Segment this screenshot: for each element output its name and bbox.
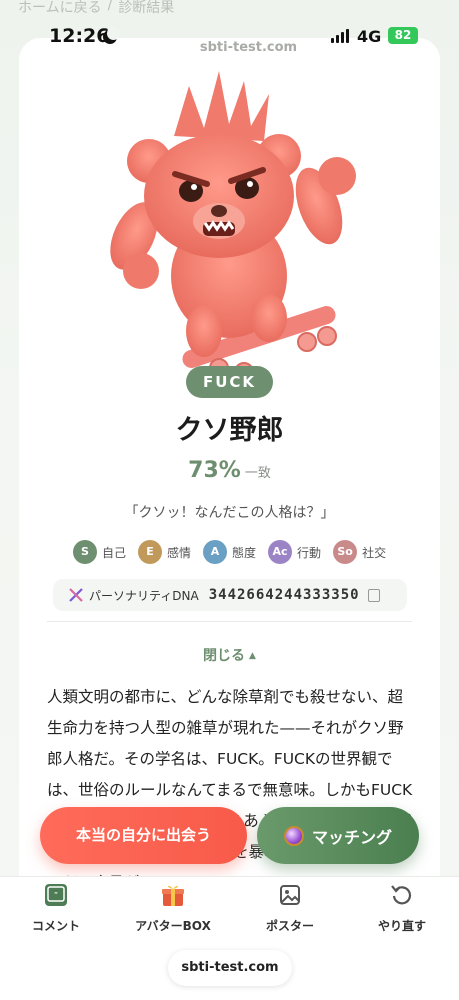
nav-poster-label: ポスター — [265, 919, 314, 933]
nav-retry[interactable]: やり直す — [352, 881, 452, 934]
image-icon — [280, 885, 300, 905]
match-label: 一致 — [244, 466, 271, 481]
breadcrumb: ホームに戻る / 診断結果 — [18, 0, 174, 17]
type-name: クソ野郎 — [175, 415, 284, 446]
match-score: 73% 一致 — [0, 458, 459, 483]
status-bar: 12:26 4G 82 — [0, 24, 459, 52]
breadcrumb-home-link[interactable]: ホームに戻る — [18, 0, 102, 17]
copy-icon[interactable] — [367, 588, 380, 602]
meet-true-self-button[interactable]: 本当の自分に出会う — [40, 807, 247, 864]
dimension-label: 自己 — [102, 545, 127, 560]
dimension-label: 感情 — [167, 545, 192, 560]
dna-label: パーソナリティDNA — [89, 588, 199, 603]
gift-icon — [162, 885, 184, 906]
match-percent: 73% — [188, 458, 241, 483]
dimension-dot-so: So — [333, 540, 358, 564]
battery-icon: 82 — [388, 27, 418, 44]
nav-comment[interactable]: ” コメント — [6, 881, 106, 934]
dimension-label: 行動 — [297, 545, 322, 560]
personality-dna-box: パーソナリティDNA 3442664244333350 — [53, 579, 407, 611]
breadcrumb-separator: / — [107, 0, 113, 13]
dimension-emotion: E 感情 — [138, 540, 191, 564]
dimension-dot-ac: Ac — [268, 540, 293, 564]
dimension-social: So 社交 — [333, 540, 386, 564]
dimension-label: 社交 — [362, 545, 387, 560]
nav-poster[interactable]: ポスター — [240, 881, 340, 934]
caret-up-icon: ▲ — [249, 651, 256, 661]
dimension-dot-e: E — [138, 540, 163, 564]
dimension-dot-a: A — [203, 540, 228, 564]
comment-icon: ” — [45, 884, 67, 906]
nav-avatar-box-label: アバターBOX — [135, 919, 211, 933]
type-code-badge: FUCK — [186, 366, 273, 398]
status-time: 12:26 — [49, 25, 110, 47]
svg-text:”: ” — [54, 891, 58, 900]
dimension-self: S 自己 — [73, 540, 126, 564]
divider — [47, 621, 412, 622]
type-quote: 「クソッ！なんだこの人格は？」 — [124, 505, 335, 521]
dna-icon — [69, 588, 83, 602]
network-label: 4G — [357, 27, 382, 46]
dna-code: 3442664244333350 — [208, 587, 360, 603]
signal-icon — [331, 29, 349, 43]
dimension-action: Ac 行動 — [268, 540, 321, 564]
dimension-legend: S 自己 E 感情 A 態度 Ac 行動 So 社交 — [73, 540, 386, 564]
dimension-label: 態度 — [232, 545, 257, 560]
nav-avatar-box[interactable]: アバターBOX — [123, 881, 223, 934]
matching-button-label: マッチング — [311, 827, 392, 847]
footer-url-pill[interactable]: sbti-test.com — [168, 950, 292, 986]
moon-icon — [103, 27, 120, 44]
dimension-attitude: A 態度 — [203, 540, 256, 564]
collapse-toggle[interactable]: 閉じる ▲ — [0, 645, 459, 665]
crystal-ball-icon — [283, 825, 304, 846]
nav-comment-label: コメント — [31, 919, 80, 933]
collapse-toggle-label: 閉じる — [203, 648, 246, 664]
matching-button[interactable]: マッチング — [257, 807, 419, 864]
type-description: 人類文明の都市に、どんな除草剤でも殺せない、超生命力を持つ人型の雑草が現れた——… — [47, 688, 413, 892]
monster-illustration — [110, 71, 356, 382]
bottom-nav: ” コメント アバターBOX ポスター やり直す sbti-test.com — [0, 876, 459, 1000]
breadcrumb-current: 診断結果 — [118, 0, 175, 16]
dimension-dot-s: S — [73, 540, 97, 564]
retry-icon — [391, 885, 412, 905]
nav-retry-label: やり直す — [377, 919, 426, 933]
